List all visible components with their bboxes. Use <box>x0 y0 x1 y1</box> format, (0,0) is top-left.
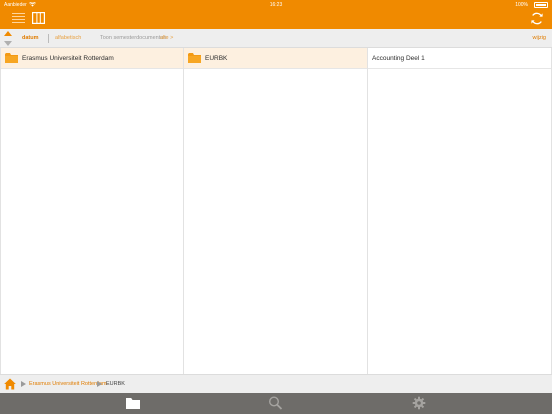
top-header: Aanbieder 16:23 100% <box>0 0 552 29</box>
browser-column-3: Accounting Deel 1 <box>368 48 552 374</box>
list-item[interactable]: EURBK <box>184 48 367 69</box>
folder-icon <box>5 53 18 63</box>
hamburger-menu-icon[interactable] <box>12 12 25 24</box>
semester-filter-select[interactable]: alle > <box>160 29 173 48</box>
semester-filter-label: Toon semesterdocumenten: <box>100 35 168 41</box>
status-battery-percent: 100% <box>515 2 528 8</box>
search-icon[interactable] <box>268 396 284 410</box>
list-item-label: Accounting Deel 1 <box>372 55 425 62</box>
home-icon[interactable] <box>4 378 16 390</box>
edit-button[interactable]: wijzig <box>533 29 546 48</box>
chevron-right-icon <box>21 381 26 387</box>
list-item[interactable]: Accounting Deel 1 <box>368 48 551 69</box>
columns-view-icon[interactable] <box>32 12 45 24</box>
browser-column-1: Erasmus Universiteit Rotterdam <box>0 48 184 374</box>
status-time: 16:23 <box>269 2 283 8</box>
breadcrumb-item-current: EURBK <box>106 381 125 387</box>
sort-direction-icon[interactable] <box>4 31 12 46</box>
refresh-icon[interactable] <box>530 12 544 25</box>
sort-bar: datum alfabetisch Toon semesterdocumente… <box>0 29 552 48</box>
list-item[interactable]: Erasmus Universiteit Rotterdam <box>1 48 183 69</box>
sort-by-date-button[interactable]: datum <box>22 29 39 48</box>
breadcrumb: Erasmus Universiteit Rotterdam EURBK <box>0 374 552 393</box>
chevron-right-icon <box>97 381 102 387</box>
tab-bar <box>0 393 552 414</box>
sort-alphabetical-button[interactable]: alfabetisch <box>55 29 81 48</box>
browser-column-2: EURBK <box>184 48 368 374</box>
gear-icon[interactable] <box>411 396 427 410</box>
battery-icon <box>534 2 548 8</box>
list-item-label: Erasmus Universiteit Rotterdam <box>22 55 114 62</box>
folder-icon[interactable] <box>125 396 141 410</box>
folder-icon <box>188 53 201 63</box>
breadcrumb-item[interactable]: Erasmus Universiteit Rotterdam <box>29 375 107 394</box>
sort-divider <box>48 34 49 43</box>
list-item-label: EURBK <box>205 55 228 62</box>
